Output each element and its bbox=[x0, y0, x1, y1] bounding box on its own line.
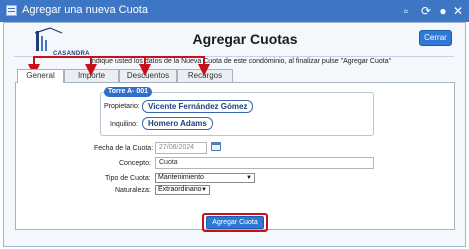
date-label: Fecha de la Cuota: bbox=[94, 145, 154, 152]
tenant-name[interactable]: Homero Adams bbox=[142, 117, 213, 130]
unit-badge: Torre A- 001 bbox=[104, 87, 153, 97]
owner-label: Propietario: bbox=[104, 103, 140, 110]
add-cuota-button[interactable]: Agregar Cuota bbox=[206, 216, 264, 229]
header-divider bbox=[14, 56, 454, 57]
chevron-down-icon: ▼ bbox=[201, 187, 207, 193]
page-title: Agregar Cuotas bbox=[192, 31, 298, 47]
tab-recargos[interactable]: Recargos bbox=[177, 69, 233, 82]
help-icon[interactable]: ● bbox=[436, 4, 450, 18]
type-label: Tipo de Cuota: bbox=[105, 175, 151, 182]
type-select[interactable]: Mantenimiento ▼ bbox=[155, 173, 255, 183]
tab-descuentos[interactable]: Descuentos bbox=[119, 69, 177, 82]
concept-label: Concepto: bbox=[119, 160, 151, 167]
instructions-text: Indique usted los datos de la Nueva Cuot… bbox=[90, 58, 392, 65]
type-select-value: Mantenimiento bbox=[158, 174, 204, 181]
tab-importe[interactable]: Importe bbox=[64, 69, 119, 82]
window-close-icon[interactable]: ✕ bbox=[451, 4, 465, 18]
nature-label: Naturaleza: bbox=[115, 187, 151, 194]
refresh-icon[interactable]: ⟳ bbox=[419, 4, 433, 18]
unit-group bbox=[100, 92, 374, 136]
chevron-down-icon: ▼ bbox=[246, 175, 252, 181]
restore-icon[interactable]: ▫ bbox=[399, 4, 413, 18]
close-button[interactable]: Cerrar bbox=[419, 30, 452, 46]
owner-name[interactable]: Vicente Fernández Gómez bbox=[142, 100, 254, 113]
building-logo-icon bbox=[34, 27, 63, 51]
nature-select-value: Extraordinario bbox=[158, 186, 202, 193]
tenant-label: Inquilino: bbox=[110, 121, 139, 128]
date-input[interactable]: 27/08/2024 bbox=[155, 142, 207, 154]
tab-general[interactable]: General bbox=[17, 69, 64, 83]
window-title: Agregar una nueva Cuota bbox=[22, 4, 148, 16]
app-window-icon bbox=[6, 5, 17, 16]
calendar-icon[interactable] bbox=[211, 142, 221, 151]
concept-input[interactable]: Cuota bbox=[155, 157, 374, 169]
nature-select[interactable]: Extraordinario ▼ bbox=[155, 185, 210, 195]
